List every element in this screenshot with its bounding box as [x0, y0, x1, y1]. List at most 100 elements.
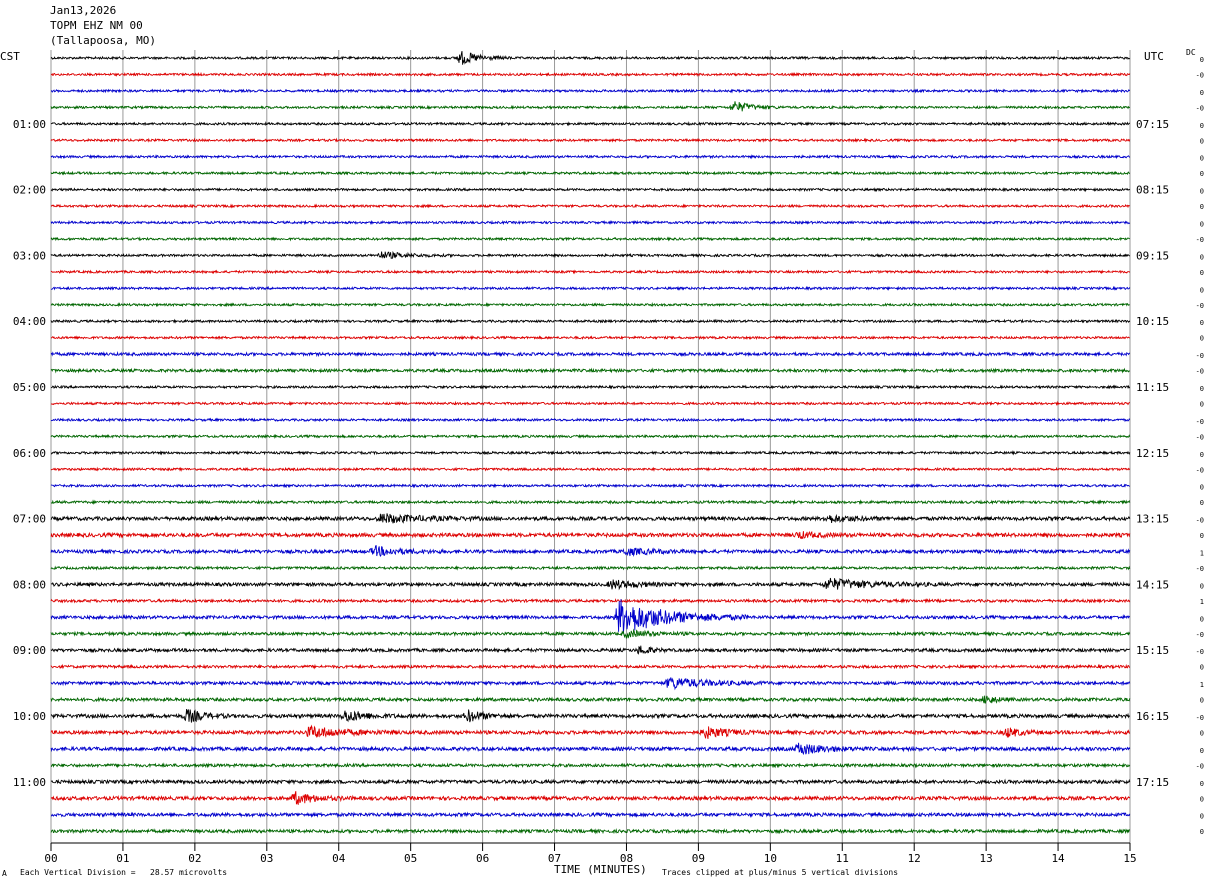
cst-label-04:00: 04:00	[13, 315, 46, 328]
trace-line-11	[50, 236, 1130, 242]
trace-line-0	[50, 51, 1131, 65]
minute-gridlines	[50, 50, 1131, 843]
x-tick-label-06: 06	[476, 852, 489, 865]
trace-line-46	[50, 811, 1131, 819]
trace-line-22	[50, 417, 1131, 423]
x-tick-label-14: 14	[1051, 852, 1065, 865]
dc-offset-7: 0	[1200, 170, 1204, 178]
dc-offset-28: -0	[1196, 517, 1204, 525]
utc-label-11:15: 11:15	[1136, 381, 1169, 394]
trace-line-45	[50, 791, 1131, 805]
trace-line-47	[50, 827, 1131, 835]
seismic-traces	[50, 51, 1131, 835]
clip-note: Traces clipped at plus/minus 5 vertical …	[662, 868, 899, 877]
dc-offset-32: 0	[1200, 582, 1204, 590]
dc-offset-3: -0	[1196, 104, 1204, 112]
cst-label-02:00: 02:00	[13, 184, 46, 197]
x-tick-label-12: 12	[908, 852, 921, 865]
cst-label-01:00: 01:00	[13, 118, 46, 131]
dc-offset-43: -0	[1196, 762, 1204, 770]
utc-label-12:15: 12:15	[1136, 447, 1169, 460]
trace-line-30	[50, 545, 1131, 558]
station-location: (Tallapoosa, MO)	[50, 34, 156, 47]
dc-offset-42: 0	[1200, 747, 1204, 755]
utc-label-07:15: 07:15	[1136, 118, 1169, 131]
dc-offset-25: -0	[1196, 466, 1204, 474]
x-tick-label-03: 03	[260, 852, 273, 865]
utc-label-14:15: 14:15	[1136, 578, 1169, 591]
trace-line-18	[50, 350, 1131, 358]
dc-offset-0: 0	[1200, 56, 1204, 64]
utc-label-15:15: 15:15	[1136, 644, 1169, 657]
corner-mark: A	[2, 869, 7, 878]
x-tick-label-04: 04	[332, 852, 346, 865]
trace-line-35	[50, 628, 1131, 639]
utc-label-13:15: 13:15	[1136, 513, 1169, 526]
cst-label-09:00: 09:00	[13, 644, 46, 657]
x-axis-title: TIME (MINUTES)	[554, 863, 647, 876]
trace-line-24	[50, 450, 1131, 456]
dc-offset-45: 0	[1200, 795, 1204, 803]
cst-label-11:00: 11:00	[13, 776, 46, 789]
trace-line-23	[50, 433, 1131, 440]
trace-line-14	[50, 285, 1131, 291]
dc-offset-10: 0	[1200, 221, 1204, 229]
dc-offset-12: 0	[1200, 253, 1204, 261]
dc-offset-27: 0	[1200, 499, 1204, 507]
trace-line-44	[50, 778, 1131, 786]
trace-line-28	[50, 513, 1131, 524]
trace-line-37	[50, 663, 1131, 670]
cst-label-05:00: 05:00	[13, 381, 46, 394]
helicorder-plot: 00 01 02 03 04 05 06 07 08 09 10 11 12 13 14 15 01:0002…	[13, 50, 1204, 865]
dc-offset-9: 0	[1200, 203, 1204, 211]
utc-label-17:15: 17:15	[1136, 776, 1169, 789]
trace-line-10	[50, 219, 1131, 226]
trace-line-17	[50, 335, 1131, 341]
dc-offset-30: 1	[1200, 550, 1204, 558]
dc-offset-11: -0	[1196, 236, 1204, 244]
dc-offset-41: 0	[1200, 729, 1204, 737]
trace-line-15	[50, 302, 1131, 308]
trace-line-13	[50, 269, 1131, 275]
dc-offset-4: 0	[1200, 122, 1204, 130]
trace-line-34	[50, 599, 1131, 634]
dc-offset-18: -0	[1196, 352, 1204, 360]
trace-line-5	[50, 137, 1131, 143]
utc-label-09:15: 09:15	[1136, 249, 1169, 262]
dc-offset-13: 0	[1200, 269, 1204, 277]
trace-line-43	[50, 762, 1131, 769]
x-tick-label-02: 02	[188, 852, 201, 865]
trace-line-20	[50, 384, 1131, 390]
cst-label-08:00: 08:00	[13, 578, 46, 591]
trace-line-32	[50, 577, 1131, 591]
dc-offset-37: 0	[1200, 664, 1204, 672]
trace-line-25	[50, 466, 1131, 472]
trace-line-4	[50, 121, 1130, 127]
dc-offset-6: 0	[1200, 155, 1204, 163]
trace-line-36	[50, 645, 1131, 655]
dc-offset-8: 0	[1200, 188, 1204, 196]
cst-hour-labels: 01:00 02:00 03:00 04:00 05:00 06:00 07:00 08:00…	[13, 118, 46, 789]
station-name: TOPM EHZ NM 00	[50, 19, 143, 32]
x-tick-label-09: 09	[692, 852, 705, 865]
dc-offset-22: -0	[1196, 418, 1204, 426]
dc-offset-2: 0	[1200, 89, 1204, 97]
trace-line-42	[50, 742, 1131, 756]
utc-label-10:15: 10:15	[1136, 315, 1169, 328]
dc-offset-29: 0	[1200, 532, 1204, 540]
plot-date: Jan13,2026	[50, 4, 117, 17]
dc-offset-5: 0	[1200, 137, 1204, 145]
trace-line-12	[50, 250, 1131, 259]
trace-line-19	[50, 367, 1130, 374]
dc-offset-40: -0	[1196, 714, 1204, 722]
dc-offset-35: -0	[1196, 631, 1204, 639]
x-tick-label-13: 13	[980, 852, 993, 865]
dc-offset-31: -0	[1196, 565, 1204, 573]
x-tick-label-11: 11	[836, 852, 849, 865]
dc-offset-36: -0	[1196, 648, 1204, 656]
trace-line-16	[50, 318, 1131, 324]
dc-offset-44: 0	[1200, 780, 1204, 788]
utc-zone-label: UTC	[1144, 50, 1164, 63]
x-tick-label-01: 01	[116, 852, 129, 865]
utc-label-08:15: 08:15	[1136, 184, 1169, 197]
